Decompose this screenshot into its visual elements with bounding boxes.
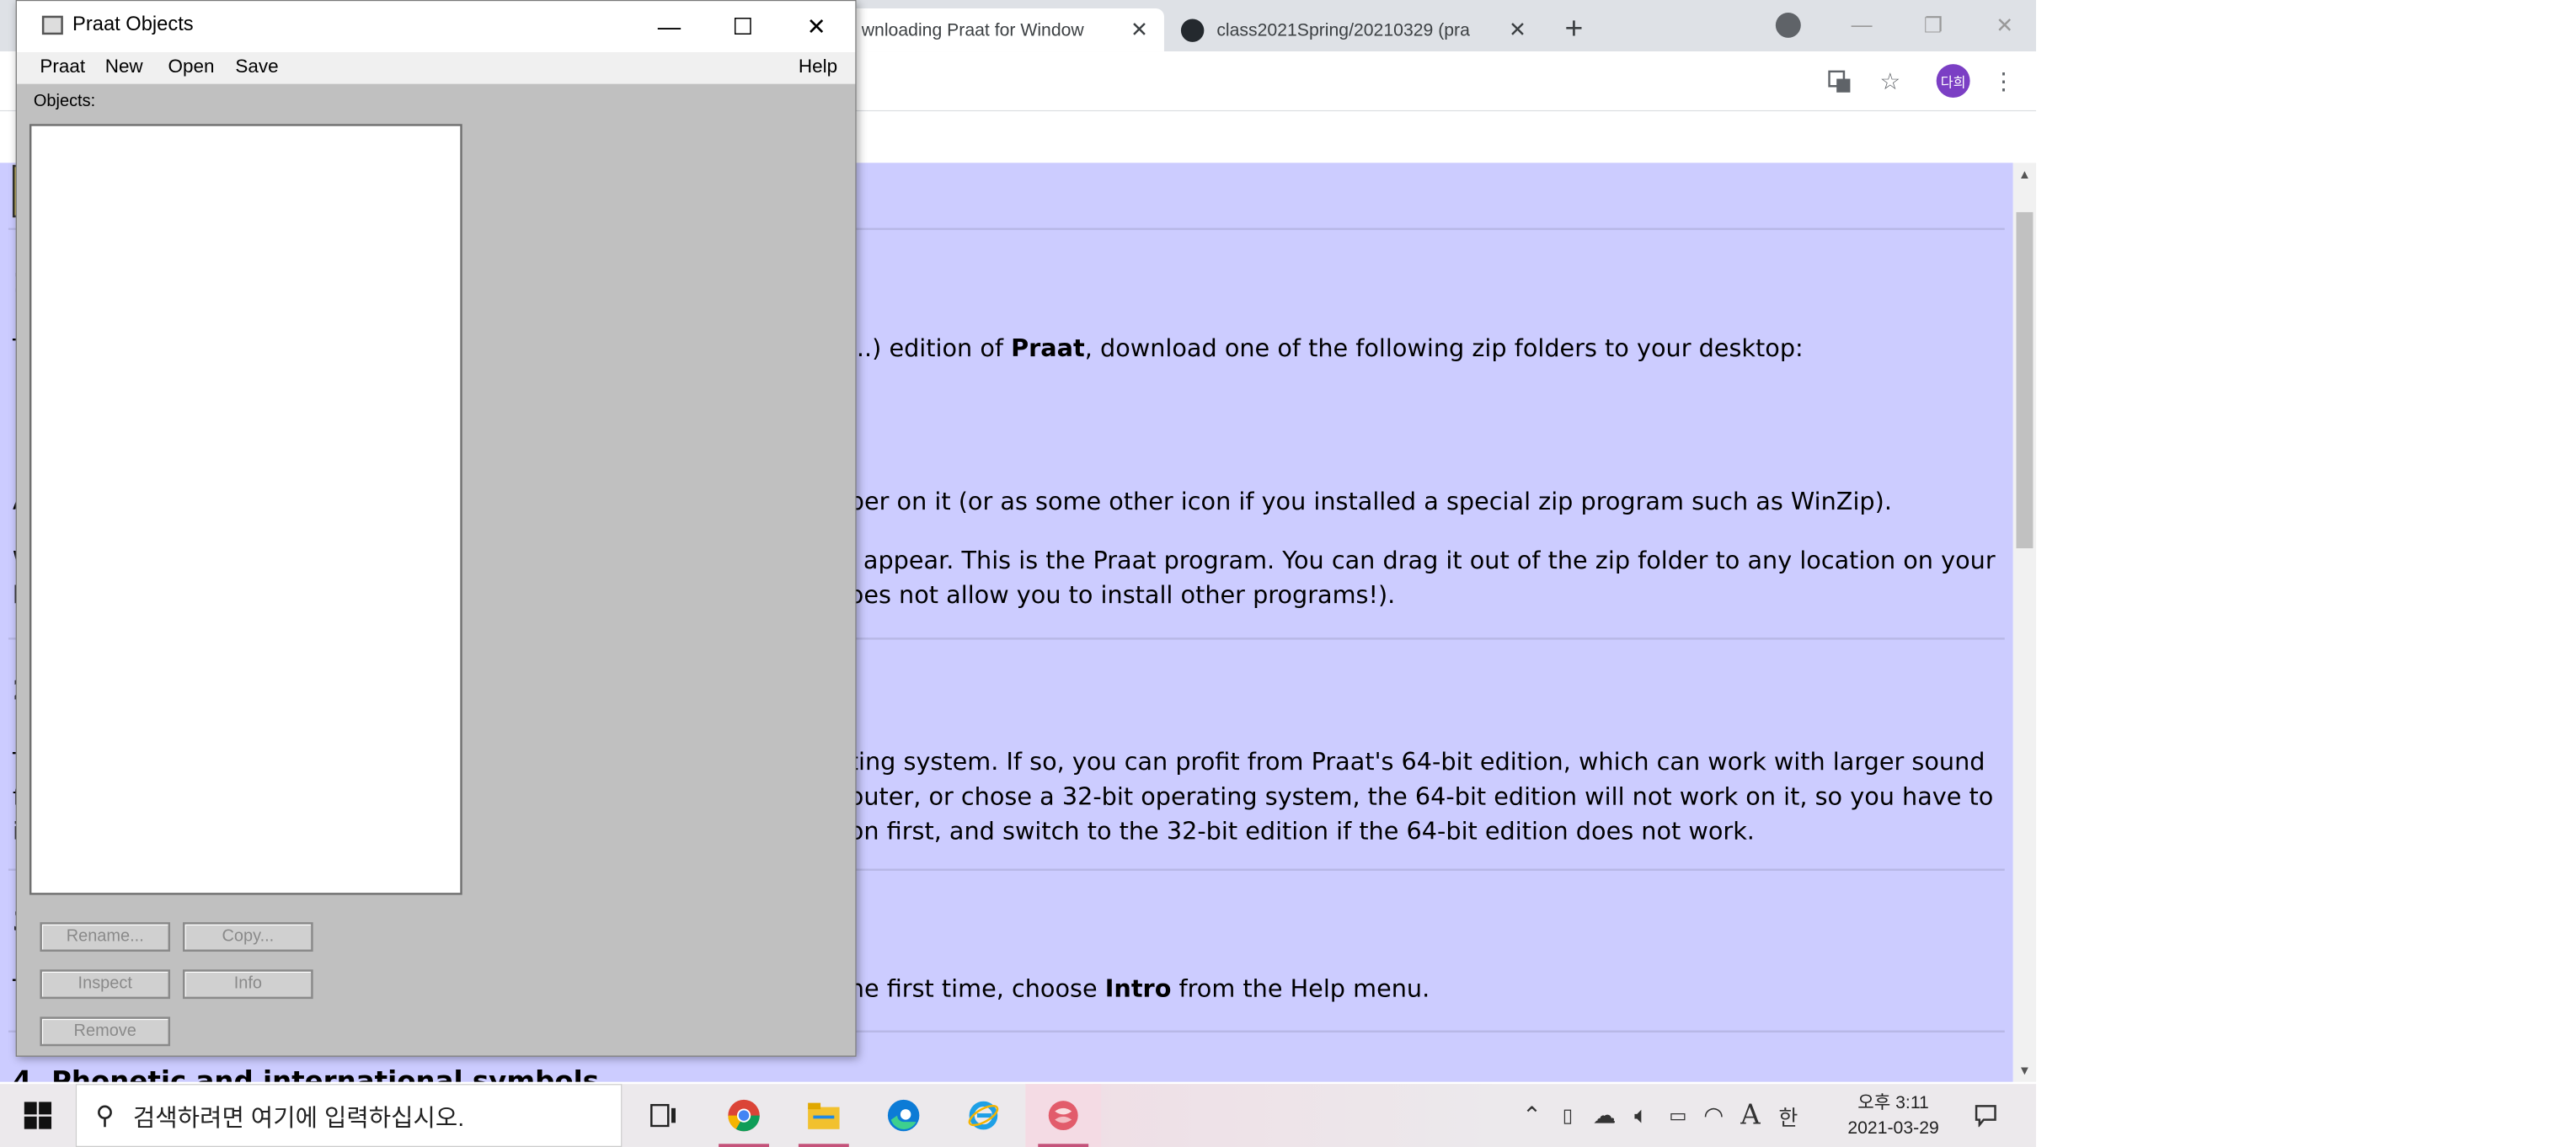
windows-start-icon[interactable] (0, 1084, 76, 1147)
window-title: Praat Objects (72, 13, 194, 36)
show-hidden-icons-icon[interactable]: ⌃ (1517, 1084, 1547, 1147)
translate-icon[interactable] (1824, 67, 1855, 98)
praat-taskbar-icon[interactable] (1025, 1084, 1102, 1147)
clock-time: 오후 3:11 (1857, 1092, 1929, 1112)
windows-taskbar: ⚲ 검색하려면 여기에 입력하십시오. ⌃ ▯ ☁ 🔈︎ ▭ ◠ A 한 오후 … (0, 1084, 2037, 1147)
scrollbar-thumb[interactable] (2016, 211, 2034, 549)
chrome-taskbar-icon[interactable] (706, 1084, 782, 1147)
taskbar-highlight (1093, 1084, 1493, 1147)
close-icon[interactable]: ✕ (779, 1, 852, 52)
menu-help[interactable]: Help (799, 56, 837, 77)
page-text-line: l appear. This is the Praat program. You… (848, 547, 1996, 575)
bookmark-star-icon[interactable]: ☆ (1874, 67, 1905, 98)
search-placeholder: 검색하려면 여기에 입력하십시오. (132, 1103, 465, 1132)
rename-button[interactable]: Rename... (40, 922, 171, 952)
praat-body: Objects: Rename... Copy... Inspect Info … (16, 83, 856, 1056)
inspect-button[interactable]: Inspect (40, 969, 171, 1000)
scroll-up-icon[interactable]: ▲ (2013, 163, 2036, 185)
page-text-line: on first, and switch to the 32-bit editi… (848, 818, 1755, 846)
close-tab-icon[interactable]: ✕ (1130, 17, 1148, 43)
profile-avatar[interactable]: 다희 (1936, 64, 1970, 98)
page-text-line: per on it (or as some other icon if you … (848, 488, 1892, 516)
running-indicator (1038, 1144, 1089, 1147)
notification-icon[interactable] (1967, 1084, 2005, 1147)
ime-a-indicator[interactable]: A (1735, 1084, 1765, 1147)
edge-icon[interactable] (866, 1084, 942, 1147)
task-view-icon[interactable] (626, 1084, 702, 1147)
running-indicator (798, 1144, 849, 1147)
taskbar-search-box[interactable]: ⚲ 검색하려면 여기에 입력하십시오. (75, 1084, 623, 1147)
tab-search-icon[interactable] (1775, 12, 1801, 38)
close-tab-icon[interactable]: ✕ (1509, 17, 1526, 43)
wifi-icon[interactable]: ◠ (1698, 1084, 1729, 1147)
github-icon (1180, 18, 1205, 42)
device-icon[interactable]: ▯ (1553, 1084, 1582, 1147)
running-indicator (719, 1144, 769, 1147)
page-scrollbar[interactable]: ▲ ▼ (2012, 163, 2037, 1082)
internet-explorer-icon[interactable] (946, 1084, 1022, 1147)
browser-minimize-icon[interactable]: — (1826, 0, 1898, 51)
copy-button[interactable]: Copy... (183, 922, 313, 952)
page-text-line: ting system. If so, you can profit from … (848, 749, 1985, 776)
page-text-line: oes not allow you to install other progr… (848, 581, 1396, 610)
remove-button[interactable]: Remove (40, 1016, 171, 1047)
tab-label: class2021Spring/20210329 (pra (1216, 19, 1470, 40)
menu-new[interactable]: New (105, 56, 143, 77)
section-heading: 4. Phonetic and international symbols (13, 1066, 599, 1082)
page-text-line: he first time, choose Intro from the Hel… (848, 975, 1430, 1004)
objects-label: Objects: (33, 92, 96, 110)
menu-open[interactable]: Open (168, 56, 215, 77)
volume-icon[interactable]: 🔈︎ (1627, 1084, 1656, 1147)
new-tab-button[interactable]: + (1553, 10, 1595, 48)
taskbar-clock[interactable]: 오후 3:11 2021-03-29 (1830, 1091, 1957, 1141)
browser-restore-icon[interactable]: ❐ (1898, 0, 1969, 51)
maximize-icon[interactable]: ☐ (706, 1, 779, 52)
praat-titlebar[interactable]: Praat Objects — ☐ ✕ (16, 1, 856, 53)
objects-list[interactable] (29, 124, 462, 895)
search-icon: ⚲ (95, 1101, 115, 1130)
ime-han-indicator[interactable]: 한 (1772, 1084, 1805, 1147)
tab-class2021spring[interactable]: class2021Spring/20210329 (pra ✕ (1166, 8, 1540, 51)
praat-app-icon (41, 15, 63, 35)
browser-close-icon[interactable]: ✕ (1969, 0, 2036, 51)
onedrive-cloud-icon[interactable]: ☁ (1589, 1084, 1620, 1147)
scroll-down-icon[interactable]: ▼ (2013, 1059, 2036, 1081)
file-explorer-icon[interactable] (786, 1084, 862, 1147)
praat-menubar: Praat New Open Save Help (16, 52, 856, 84)
page-text-line: ...) edition of Praat, download one of t… (848, 334, 1804, 363)
battery-icon[interactable]: ▭ (1662, 1084, 1693, 1147)
menu-save[interactable]: Save (235, 56, 278, 77)
praat-objects-window: Praat Objects — ☐ ✕ Praat New Open Save … (15, 0, 857, 1057)
desktop-screen: wnloading Praat for Window ✕ class2021Sp… (0, 0, 2037, 1147)
info-button[interactable]: Info (183, 969, 313, 1000)
clock-date: 2021-03-29 (1847, 1118, 1939, 1138)
minimize-icon[interactable]: — (633, 1, 706, 52)
tab-downloading-praat[interactable]: wnloading Praat for Window ✕ (847, 8, 1164, 52)
page-text-line: outer, or chose a 32-bit operating syste… (848, 783, 1994, 811)
chrome-menu-icon[interactable]: ⋮ (1988, 67, 2019, 98)
menu-praat[interactable]: Praat (40, 56, 85, 77)
tab-label: wnloading Praat for Window (861, 19, 1084, 40)
